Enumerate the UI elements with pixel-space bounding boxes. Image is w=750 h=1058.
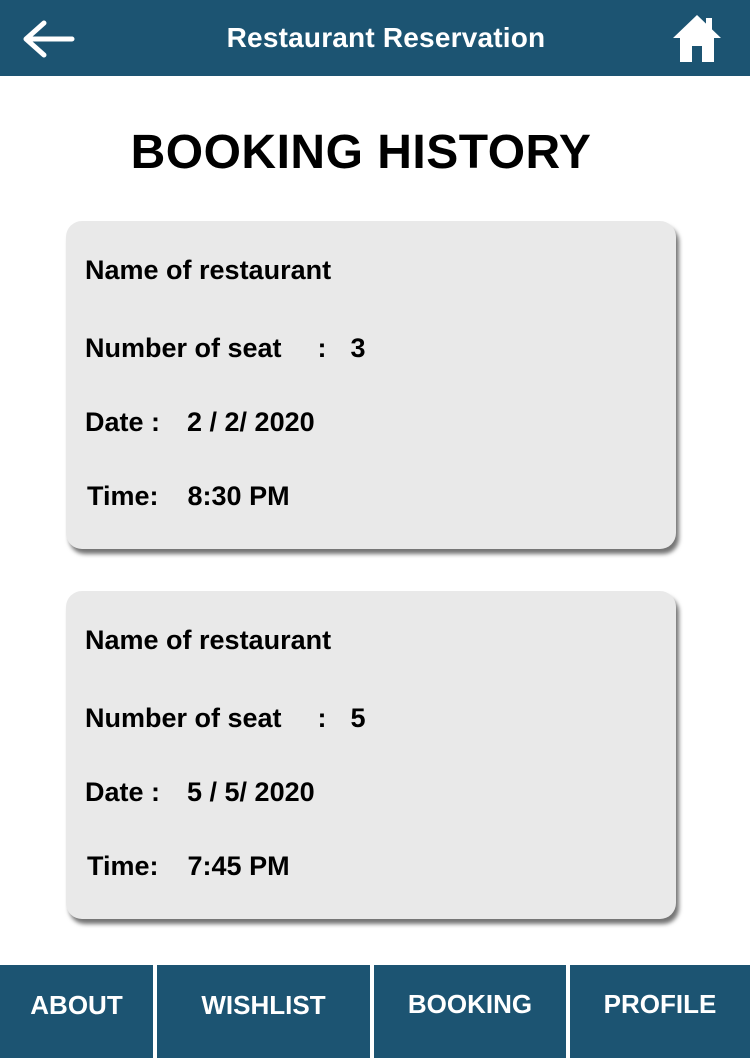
app-title: Restaurant Reservation — [226, 22, 546, 53]
seat-separator: : — [317, 333, 327, 363]
nav-tab-wishlist[interactable]: WISHLIST — [157, 965, 370, 1058]
date-label: Date : — [85, 407, 161, 437]
booking-card[interactable]: Name of restaurant Number of seat:3 Date… — [66, 221, 676, 549]
date-label: Date : — [85, 777, 161, 807]
nav-tab-profile[interactable]: PROFILE — [570, 965, 750, 1058]
nav-tab-booking[interactable]: BOOKING — [374, 965, 566, 1058]
seat-count: 3 — [350, 333, 366, 363]
time-row: Time: 8:30 PM — [87, 481, 290, 512]
top-app-bar: Restaurant Reservation — [0, 0, 750, 76]
nav-tab-about-label: ABOUT — [30, 990, 123, 1020]
nav-tab-about[interactable]: ABOUT — [0, 965, 153, 1058]
date-row: Date : 2 / 2/ 2020 — [85, 407, 315, 438]
date-row: Date : 5 / 5/ 2020 — [85, 777, 315, 808]
time-label: Time: — [87, 851, 159, 881]
nav-tab-booking-label: BOOKING — [407, 989, 533, 1019]
seat-separator: : — [317, 703, 327, 733]
bottom-nav-bar: ABOUT WISHLIST BOOKING PROFILE — [0, 963, 750, 1058]
restaurant-name-label: Name of restaurant — [85, 255, 332, 285]
time-row: Time: 7:45 PM — [87, 851, 290, 882]
seat-label: Number of seat — [85, 333, 282, 363]
home-icon — [673, 15, 721, 62]
time-value: 8:30 PM — [187, 481, 290, 511]
seat-row: Number of seat:5 — [85, 703, 366, 734]
booking-card[interactable]: Name of restaurant Number of seat:5 Date… — [66, 591, 676, 919]
nav-tab-profile-label: PROFILE — [603, 989, 717, 1019]
seat-count: 5 — [350, 703, 366, 733]
page-title: BOOKING HISTORY — [130, 126, 592, 179]
time-value: 7:45 PM — [187, 851, 290, 881]
seat-label: Number of seat — [85, 703, 282, 733]
home-button[interactable] — [670, 12, 724, 64]
restaurant-name-label: Name of restaurant — [85, 625, 332, 655]
nav-tab-wishlist-label: WISHLIST — [201, 990, 326, 1020]
date-value: 5 / 5/ 2020 — [187, 777, 315, 807]
date-value: 2 / 2/ 2020 — [187, 407, 315, 437]
time-label: Time: — [87, 481, 159, 511]
seat-row: Number of seat:3 — [85, 333, 366, 364]
